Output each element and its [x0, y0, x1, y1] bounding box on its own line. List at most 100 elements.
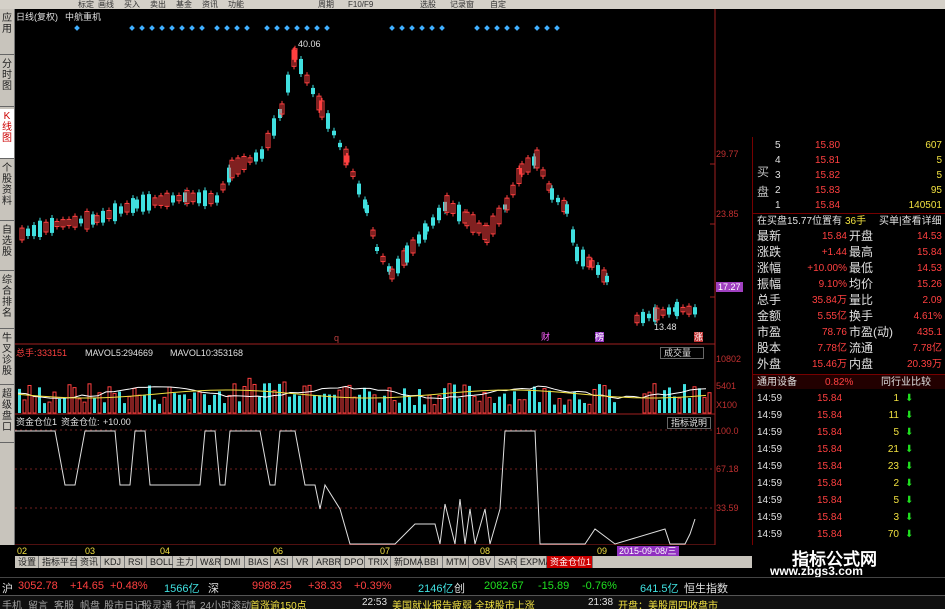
- industry-compare-button[interactable]: 同行业比较: [881, 375, 931, 390]
- quote-label: 金额: [757, 309, 782, 323]
- indicator-tab[interactable]: DPO: [341, 556, 365, 568]
- orderbook-row[interactable]: 2 15.83 95: [753, 183, 945, 198]
- orderbook-row[interactable]: 4 15.81 5: [753, 153, 945, 168]
- volume-bar: [423, 404, 426, 413]
- tab-diagnosis[interactable]: 牛叉诊股: [0, 331, 14, 385]
- trade-volume: 1: [893, 393, 899, 404]
- tab-stock-info[interactable]: 个股资料: [0, 161, 14, 221]
- event-marker[interactable]: 涨: [694, 332, 704, 342]
- quote-row: 股本 7.78亿 流通 7.78亿: [753, 341, 945, 356]
- trade-row: 14:59 15.84 1 ⬇: [753, 391, 945, 406]
- volume-bar: [668, 387, 671, 413]
- indicator-tab[interactable]: ARBR: [313, 556, 341, 568]
- indicator-tab[interactable]: KDJ: [101, 556, 125, 568]
- indicator-tab[interactable]: 设置: [15, 556, 39, 568]
- volume-bar: [27, 384, 32, 414]
- indicator-tab[interactable]: MTM: [443, 556, 469, 568]
- news-headline[interactable]: 首涨逾150点: [250, 597, 307, 609]
- status-item[interactable]: 客服: [54, 597, 74, 609]
- indicator-tab[interactable]: 新DMA: [391, 556, 423, 568]
- indicator-tab[interactable]: RSI: [125, 556, 147, 568]
- status-item[interactable]: 行情: [176, 597, 196, 609]
- volume-bar: [683, 384, 686, 413]
- candle-body: [26, 228, 30, 236]
- menu-item[interactable]: 卖出: [150, 0, 166, 9]
- candle-body: [38, 220, 42, 238]
- menu-item[interactable]: 记录窗: [450, 0, 474, 9]
- tab-intraday[interactable]: 分时图: [0, 57, 14, 107]
- hk-index[interactable]: 恒生指数: [684, 580, 728, 596]
- menu-item[interactable]: 买入: [124, 0, 140, 9]
- indicator-tab[interactable]: W&R: [197, 556, 221, 568]
- queue-link[interactable]: 买单|查看详细: [879, 214, 942, 229]
- volume-bar: [458, 398, 461, 413]
- tab-apps[interactable]: 应用: [0, 11, 14, 55]
- indicator-tab[interactable]: BBI: [421, 556, 443, 568]
- sh-index[interactable]: 3052.78: [18, 580, 58, 592]
- menu-item[interactable]: 功能: [228, 0, 244, 9]
- candle-body: [437, 207, 441, 221]
- menu-item[interactable]: 自定: [490, 0, 506, 9]
- indicator-tab[interactable]: EXPMA: [517, 556, 552, 568]
- indicator-tab[interactable]: 主力: [173, 556, 197, 568]
- orderbook-row[interactable]: 5 15.80 607: [753, 138, 945, 153]
- menu-item[interactable]: 画线: [98, 0, 114, 9]
- industry-name[interactable]: 通用设备: [757, 375, 797, 390]
- indicator-tab[interactable]: ASI: [271, 556, 293, 568]
- status-item[interactable]: 手机: [2, 597, 22, 609]
- indicator-help-button[interactable]: 指标说明: [667, 417, 712, 429]
- menu-item[interactable]: 标定: [78, 0, 94, 9]
- volume-bar: [453, 384, 456, 413]
- chart-area[interactable]: 日线(复权) 中航重机 40.06 13.48 q 财 榜 涨 总手: 3331…: [15, 9, 716, 545]
- indicator-tab[interactable]: TRIX: [365, 556, 391, 568]
- signal-diamond-icon: [294, 25, 300, 31]
- indicator-tab[interactable]: BOLL: [147, 556, 173, 568]
- volume-bar: [498, 396, 501, 413]
- menu-item[interactable]: 选股: [420, 0, 436, 9]
- volume-bar: [363, 387, 366, 413]
- news-headline[interactable]: 开盘：美股周四收盘市: [618, 597, 718, 609]
- orderbook-row[interactable]: 3 15.82 5: [753, 168, 945, 183]
- status-item[interactable]: 股市日记: [104, 597, 144, 609]
- indicator-tab[interactable]: VR: [293, 556, 313, 568]
- event-marker[interactable]: 榜: [595, 332, 605, 342]
- volume-bar: [347, 384, 352, 414]
- volume-dropdown[interactable]: 成交量: [660, 347, 705, 359]
- indicator-tab[interactable]: SAR: [495, 556, 517, 568]
- event-marker[interactable]: 财: [541, 332, 550, 342]
- menu-item[interactable]: F10/F9: [348, 0, 373, 9]
- indicator-tab[interactable]: OBV: [469, 556, 495, 568]
- indicator-tab[interactable]: DMI: [221, 556, 245, 568]
- indicator-tab[interactable]: BIAS: [245, 556, 271, 568]
- candle-body: [565, 204, 569, 214]
- quote-row: 总手 35.84万 量比 2.09: [753, 293, 945, 308]
- volume-bar: [282, 381, 287, 414]
- status-item[interactable]: 留言: [28, 597, 48, 609]
- kline-chart-svg[interactable]: [15, 9, 752, 545]
- sz-index[interactable]: 9988.25: [252, 580, 292, 592]
- orderbook-row[interactable]: 1 15.84 140501: [753, 198, 945, 213]
- trade-row: 14:59 15.84 2 ⬇: [753, 476, 945, 491]
- tab-ranking[interactable]: 综合排名: [0, 273, 14, 329]
- volume-bar: [238, 401, 241, 413]
- menu-item[interactable]: 周期: [318, 0, 334, 9]
- indicator-tab[interactable]: 资金仓位1: [547, 556, 593, 568]
- queue-row: 在买盘15.77位置有 36手 买单|查看详细: [753, 213, 945, 228]
- status-item[interactable]: 24小时滚动: [200, 597, 251, 609]
- volume-bar: [337, 389, 342, 414]
- menu-item[interactable]: 资讯: [202, 0, 218, 9]
- tab-watchlist[interactable]: 自选股: [0, 223, 14, 271]
- tab-kline[interactable]: K线图: [0, 109, 14, 159]
- tab-orderbook[interactable]: 超级盘口: [0, 387, 14, 443]
- x-axis-label: 07: [380, 546, 391, 556]
- status-item[interactable]: 股灵通: [142, 597, 172, 609]
- event-marker[interactable]: q: [334, 333, 339, 343]
- menu-item[interactable]: 基金: [176, 0, 192, 9]
- indicator-tab[interactable]: 指标平台: [39, 556, 78, 568]
- indicator-tab[interactable]: 资讯: [77, 556, 101, 568]
- top-menu-bar: 标定 画线 买入 卖出 基金 资讯 功能 周期 F10/F9 选股 记录窗 自定: [0, 0, 945, 9]
- cy-index[interactable]: 2082.67: [484, 580, 524, 592]
- chart-period-label[interactable]: 日线(复权): [16, 12, 58, 22]
- news-headline[interactable]: 美国就业报告疲弱 全球股市上涨: [392, 597, 535, 609]
- status-item[interactable]: 帆盘: [80, 597, 100, 609]
